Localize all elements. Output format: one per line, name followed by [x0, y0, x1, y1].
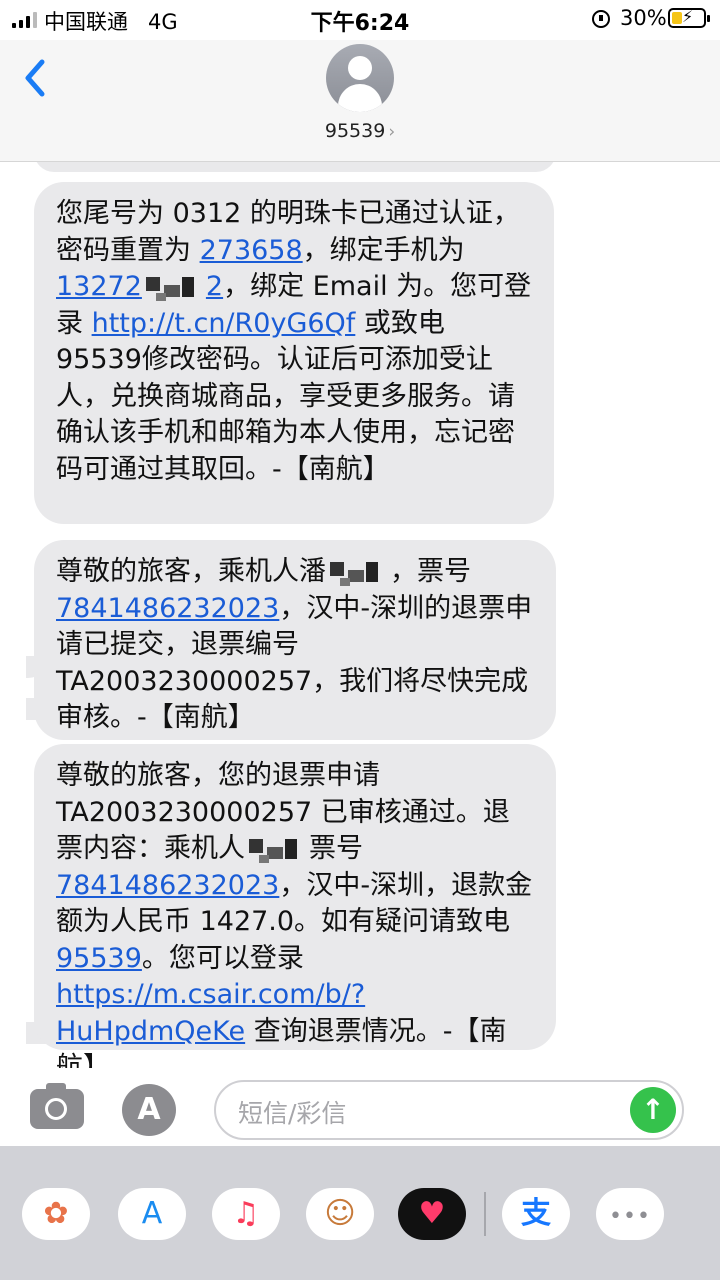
app-photos[interactable]: ✿: [22, 1188, 90, 1240]
message-link[interactable]: 7841486232023: [56, 593, 279, 624]
app-store-icon: A: [137, 1092, 161, 1127]
battery-percent: 30%: [620, 6, 667, 30]
app-more[interactable]: •••: [596, 1188, 664, 1240]
imessage-app-drawer: ✿ A ♫ ☺ ♥ 支 •••: [0, 1146, 720, 1280]
status-bar: 中国联通 4G 下午6:24 30% ⚡: [0, 0, 720, 40]
back-button[interactable]: [22, 58, 52, 98]
message-link[interactable]: http://t.cn/R0yG6Qf: [92, 308, 356, 339]
conversation-header: 95539 ›: [0, 40, 720, 162]
orientation-lock-icon: [592, 10, 610, 28]
apps-button[interactable]: A: [122, 1084, 176, 1136]
redacted-mosaic: [142, 273, 206, 303]
heart-icon: ♥: [418, 1196, 446, 1231]
message-link[interactable]: 95539: [56, 943, 142, 974]
message-text: 票号: [309, 833, 363, 864]
message-bubble[interactable]: 您尾号为 0312 的明珠卡已通过认证，密码重置为 273658，绑定手机为 1…: [34, 182, 554, 524]
message-bubble[interactable]: 尊敬的旅客，乘机人潘 ，票号 7841486232023，汉中-深圳的退票申请已提…: [34, 540, 556, 740]
app-app-store[interactable]: A: [118, 1188, 186, 1240]
divider: [484, 1192, 486, 1236]
more-icon: •••: [609, 1204, 651, 1229]
send-button[interactable]: ↑: [630, 1087, 676, 1133]
alipay-icon: 支: [521, 1196, 551, 1231]
message-text: 。您可以登录: [141, 942, 304, 974]
arrow-up-icon: ↑: [641, 1093, 665, 1126]
memoji-icon: ☺: [324, 1196, 356, 1231]
message-link[interactable]: 7841486232023: [56, 870, 279, 901]
previous-message-bubble: [34, 162, 556, 172]
contact-name[interactable]: 95539 ›: [0, 120, 720, 142]
redacted-mosaic: [245, 835, 309, 865]
charging-bolt-icon: ⚡: [682, 7, 694, 26]
message-text: 或致电: [355, 307, 445, 339]
contact-avatar[interactable]: [326, 44, 394, 112]
message-input-placeholder: 短信/彩信: [238, 1099, 347, 1128]
redacted-mosaic: [326, 558, 390, 588]
app-digital-touch[interactable]: ♥: [398, 1188, 466, 1240]
message-link[interactable]: 2: [206, 271, 223, 302]
message-text: 尊敬的旅客，乘机人潘: [56, 556, 326, 587]
person-icon: [348, 56, 372, 80]
music-icon: ♫: [232, 1196, 260, 1231]
message-text: 95539: [56, 344, 142, 375]
message-thread[interactable]: 您尾号为 0312 的明珠卡已通过认证，密码重置为 273658，绑定手机为 1…: [0, 162, 720, 1068]
message-link[interactable]: 273658: [200, 235, 303, 266]
clock: 下午6:24: [310, 11, 410, 36]
app-alipay[interactable]: 支: [502, 1188, 570, 1240]
camera-icon: [45, 1098, 67, 1120]
app-music[interactable]: ♫: [212, 1188, 280, 1240]
app-memoji[interactable]: ☺: [306, 1188, 374, 1240]
chevron-right-icon: ›: [388, 122, 396, 142]
battery-icon: ⚡: [668, 7, 710, 28]
message-bubble[interactable]: 尊敬的旅客，您的退票申请 TA2003230000257 已审核通过。退票内容：…: [34, 744, 556, 1068]
message-link[interactable]: 13272: [56, 271, 142, 302]
chevron-left-icon: [25, 59, 45, 97]
message-text: ，绑定手机为: [302, 234, 465, 266]
message-text: ，票号: [390, 556, 471, 587]
photos-icon: ✿: [43, 1196, 69, 1231]
compose-bar: A 短信/彩信 ↑: [0, 1068, 720, 1146]
camera-button[interactable]: [30, 1083, 84, 1129]
message-input[interactable]: 短信/彩信 ↑: [214, 1080, 684, 1140]
app-store-icon: A: [141, 1196, 163, 1231]
